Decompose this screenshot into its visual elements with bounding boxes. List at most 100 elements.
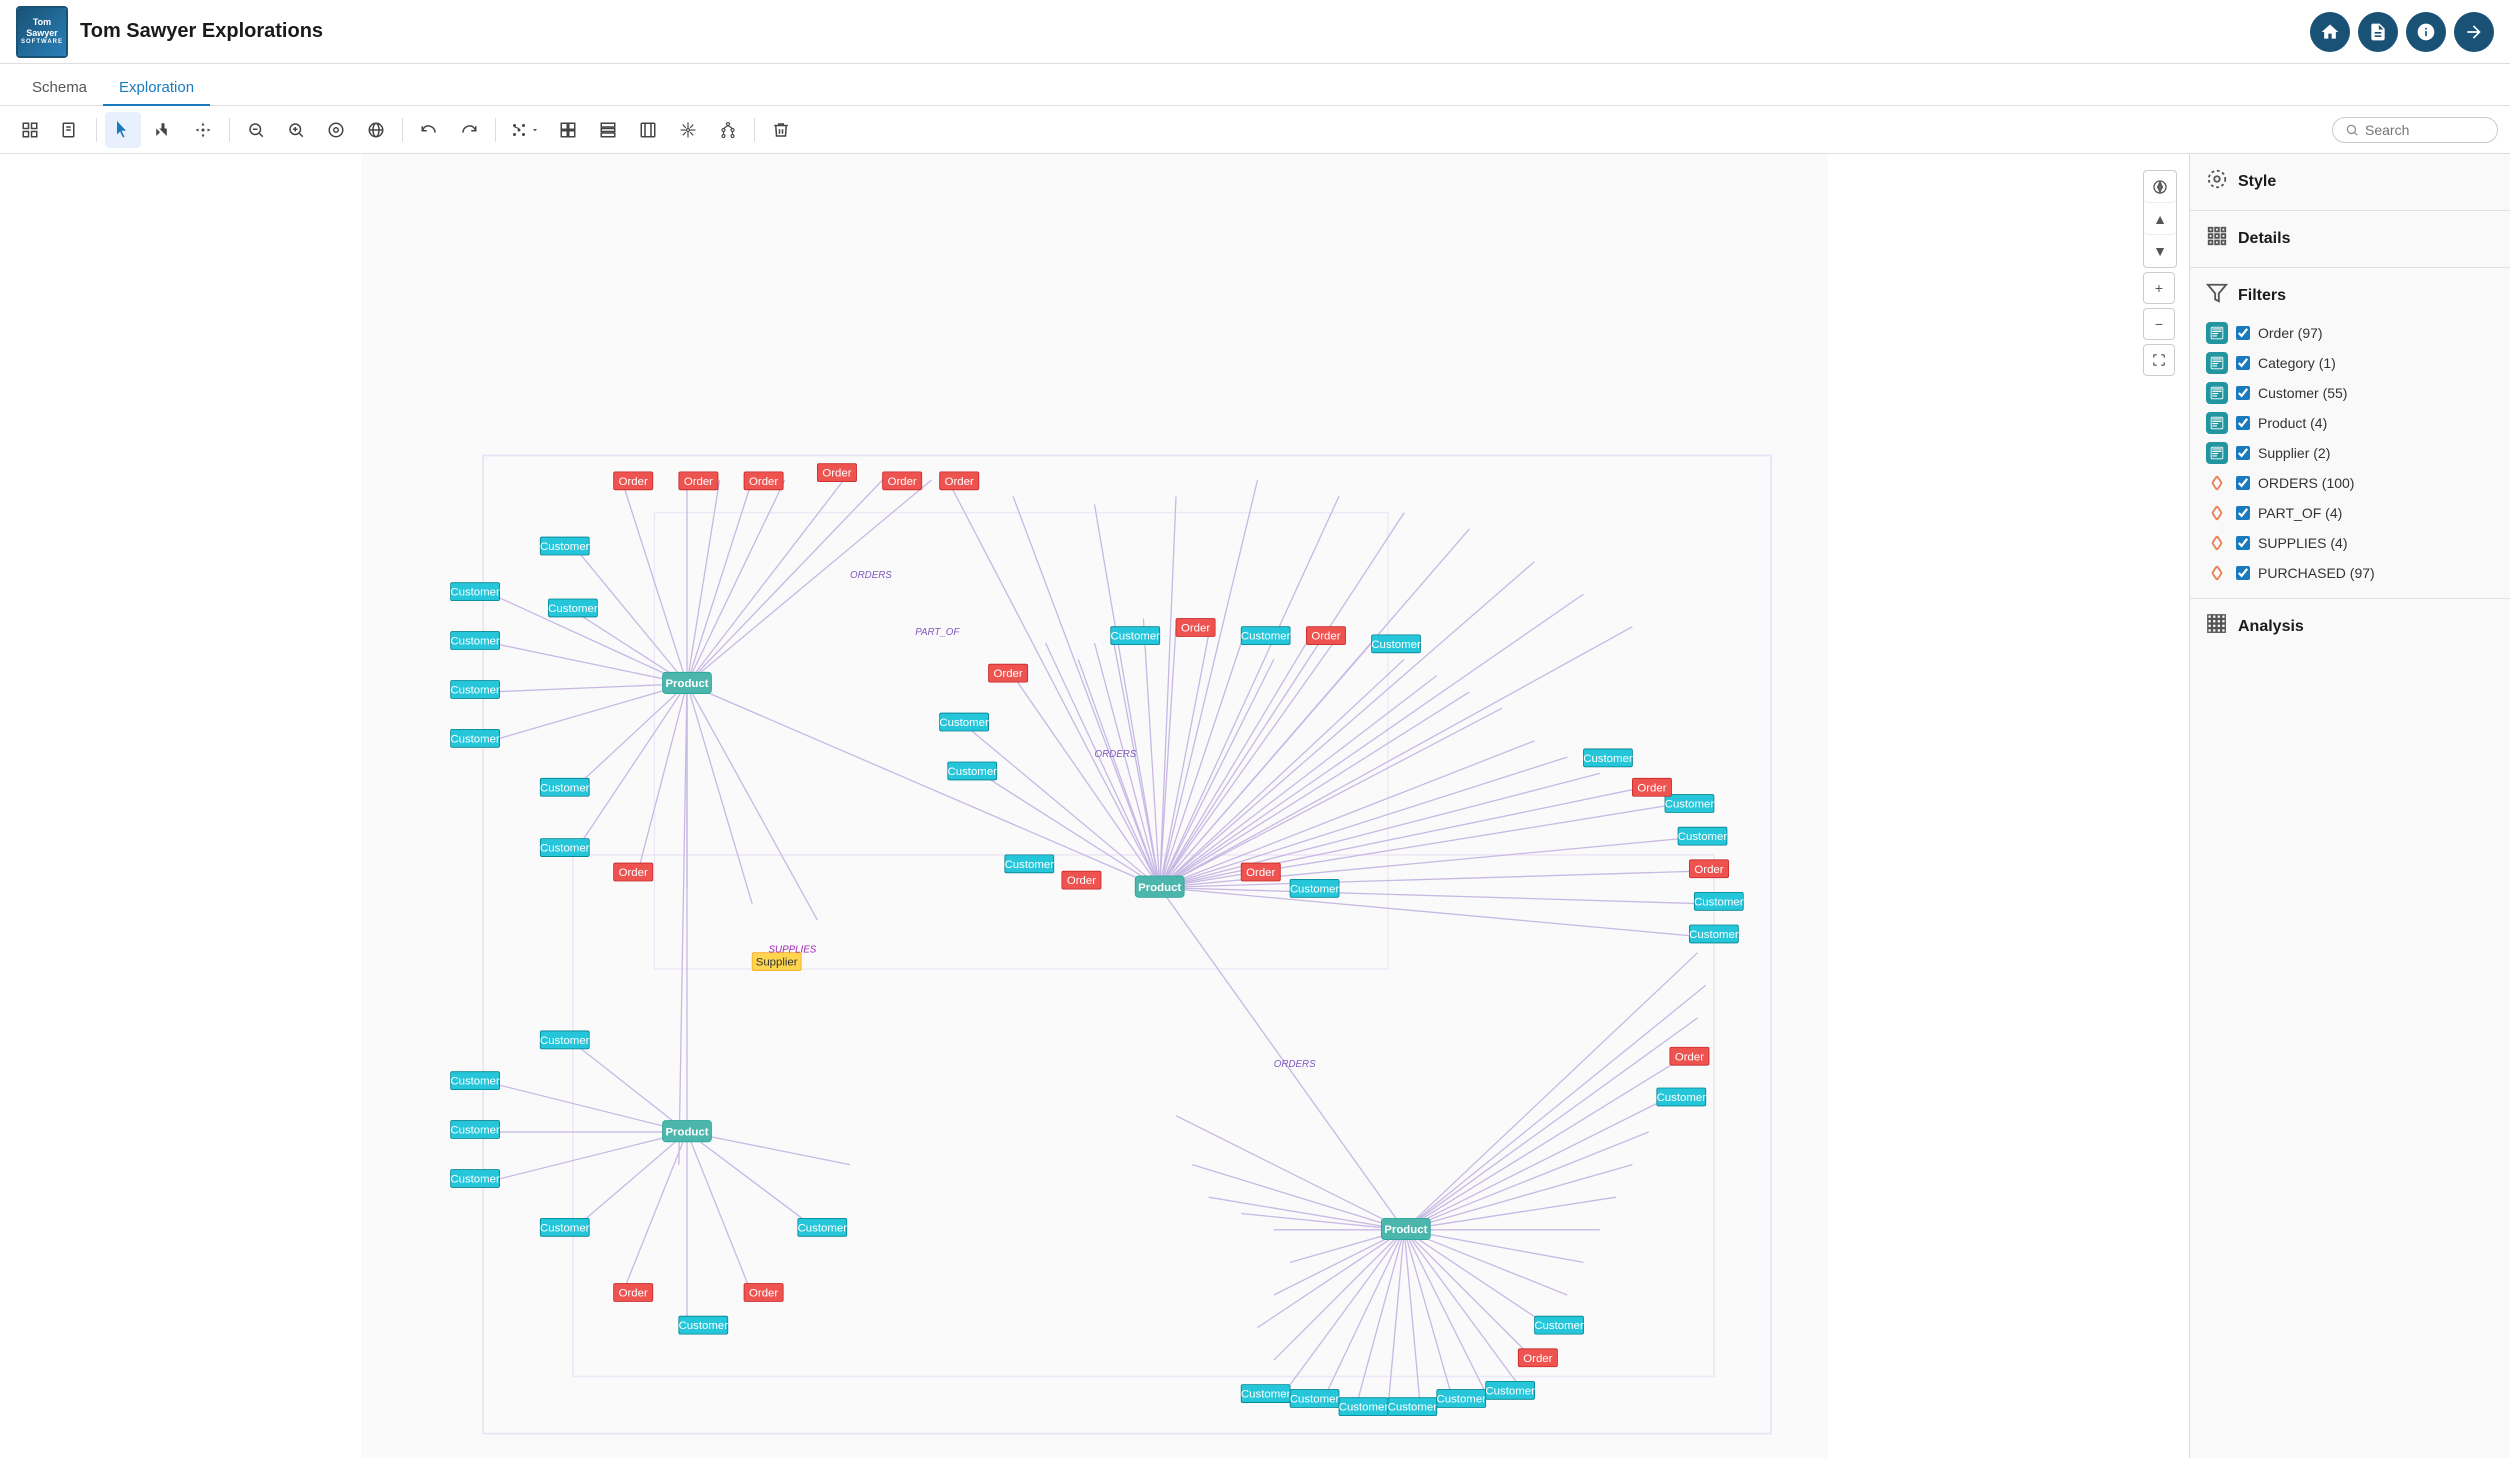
zoom-out-rect-button[interactable] (238, 112, 274, 148)
right-panel: Style Details Filters (2190, 154, 2510, 1458)
svg-text:Order: Order (619, 476, 648, 488)
pan-down-button[interactable]: ▼ (2144, 235, 2176, 267)
tab-schema[interactable]: Schema (16, 71, 103, 106)
compass-button[interactable] (2144, 171, 2176, 203)
supplier-checkbox[interactable] (2236, 446, 2250, 460)
svg-text:Customer: Customer (450, 587, 500, 599)
svg-text:Product: Product (1138, 882, 1181, 894)
zoom-in-canvas-button[interactable]: + (2143, 272, 2175, 304)
sep4 (495, 118, 496, 142)
svg-text:Customer: Customer (540, 541, 590, 553)
category-node-icon (2206, 352, 2228, 374)
svg-text:Customer: Customer (1657, 1092, 1707, 1104)
columns-button[interactable] (630, 112, 666, 148)
svg-text:Product: Product (665, 1126, 708, 1138)
filter-item-orders-edge: ORDERS (100) (2206, 472, 2494, 494)
order-checkbox[interactable] (2236, 326, 2250, 340)
home-button[interactable] (2310, 12, 2350, 52)
svg-text:Order: Order (749, 1288, 778, 1300)
supplies-label: SUPPLIES (4) (2258, 535, 2347, 551)
graph-canvas[interactable]: ▲ ▼ + − (0, 154, 2190, 1458)
svg-text:Customer: Customer (1437, 1394, 1487, 1406)
supplies-edge-icon (2206, 532, 2228, 554)
supplies-checkbox[interactable] (2236, 536, 2250, 550)
pointer-button[interactable] (105, 112, 141, 148)
orders-edge-checkbox[interactable] (2236, 476, 2250, 490)
select-all-button[interactable] (12, 112, 48, 148)
document-button[interactable] (2358, 12, 2398, 52)
header-left: Tom Sawyer SOFTWARE Tom Sawyer Explorati… (16, 6, 323, 58)
search-icon (2345, 123, 2359, 137)
svg-text:Customer: Customer (1241, 1389, 1291, 1401)
filters-header[interactable]: Filters (2206, 282, 2494, 310)
svg-text:Order: Order (1637, 782, 1666, 794)
navigate-button[interactable] (2454, 12, 2494, 52)
fullscreen-button[interactable] (2143, 344, 2175, 376)
zoom-out-canvas-button[interactable]: − (2143, 308, 2175, 340)
filter-item-customer: Customer (55) (2206, 382, 2494, 404)
orders-edge-icon (2206, 472, 2228, 494)
product-checkbox[interactable] (2236, 416, 2250, 430)
style-section: Style (2190, 154, 2510, 211)
purchased-checkbox[interactable] (2236, 566, 2250, 580)
svg-text:Customer: Customer (1665, 799, 1715, 811)
svg-text:Customer: Customer (679, 1320, 729, 1332)
svg-text:Order: Order (945, 476, 974, 488)
filter-item-product: Product (4) (2206, 412, 2494, 434)
svg-text:Order: Order (749, 476, 778, 488)
svg-text:Order: Order (1181, 623, 1210, 635)
svg-text:Customer: Customer (1371, 639, 1421, 651)
zoom-out-button[interactable] (278, 112, 314, 148)
details-header[interactable]: Details (2206, 225, 2494, 253)
layout-grid-button[interactable] (550, 112, 586, 148)
tree-button[interactable] (710, 112, 746, 148)
delete-button[interactable] (763, 112, 799, 148)
customer-checkbox[interactable] (2236, 386, 2250, 400)
partof-checkbox[interactable] (2236, 506, 2250, 520)
info-button[interactable] (2406, 12, 2446, 52)
pan-up-button[interactable]: ▲ (2144, 203, 2176, 235)
undo-button[interactable] (411, 112, 447, 148)
svg-text:Customer: Customer (1694, 896, 1744, 908)
details-label: Details (2238, 230, 2290, 248)
svg-text:Order: Order (994, 668, 1023, 680)
new-button[interactable] (52, 112, 88, 148)
svg-text:Supplier: Supplier (756, 957, 798, 969)
svg-text:Customer: Customer (1290, 883, 1340, 895)
main-content: ▲ ▼ + − (0, 154, 2510, 1458)
style-header[interactable]: Style (2206, 168, 2494, 196)
app-header: Tom Sawyer SOFTWARE Tom Sawyer Explorati… (0, 0, 2510, 64)
redo-button[interactable] (451, 112, 487, 148)
svg-text:ORDERS: ORDERS (1095, 749, 1137, 760)
svg-text:ORDERS: ORDERS (1274, 1059, 1316, 1070)
svg-text:Customer: Customer (450, 1174, 500, 1186)
layout-rows-button[interactable] (590, 112, 626, 148)
analysis-header[interactable]: Analysis (2206, 613, 2494, 641)
svg-text:Product: Product (1384, 1224, 1427, 1236)
radial-button[interactable] (670, 112, 706, 148)
sep1 (96, 118, 97, 142)
compass-control: ▲ ▼ (2143, 170, 2177, 268)
search-box (2332, 117, 2498, 143)
globe-button[interactable] (358, 112, 394, 148)
canvas-controls: ▲ ▼ + − (2143, 170, 2177, 376)
tab-exploration[interactable]: Exploration (103, 71, 210, 106)
move-button[interactable] (185, 112, 221, 148)
sep2 (229, 118, 230, 142)
svg-text:Customer: Customer (548, 603, 598, 615)
svg-text:Customer: Customer (1241, 631, 1291, 643)
svg-text:Product: Product (665, 678, 708, 690)
category-checkbox[interactable] (2236, 356, 2250, 370)
filters-label: Filters (2238, 287, 2286, 305)
partof-label: PART_OF (4) (2258, 505, 2342, 521)
pan-button[interactable] (145, 112, 181, 148)
search-input[interactable] (2365, 122, 2485, 138)
svg-text:Customer: Customer (1689, 929, 1739, 941)
order-node-icon (2206, 322, 2228, 344)
zoom-fit-button[interactable] (318, 112, 354, 148)
layout-dropdown-button[interactable] (504, 117, 546, 143)
svg-text:Customer: Customer (1388, 1402, 1438, 1414)
filters-section: Filters Order (97) Cat (2190, 268, 2510, 599)
svg-text:Order: Order (1246, 867, 1275, 879)
partof-edge-icon (2206, 502, 2228, 524)
